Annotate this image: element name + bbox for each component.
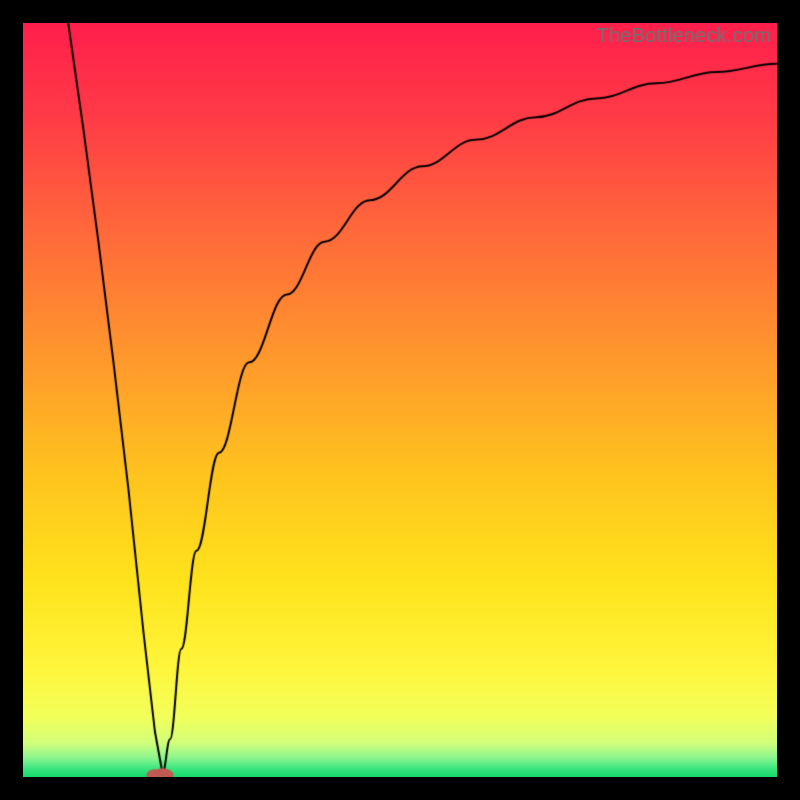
bottleneck-curve	[23, 23, 777, 777]
chart-frame: TheBottleneck.com	[23, 23, 777, 777]
watermark-text: TheBottleneck.com	[596, 25, 771, 48]
